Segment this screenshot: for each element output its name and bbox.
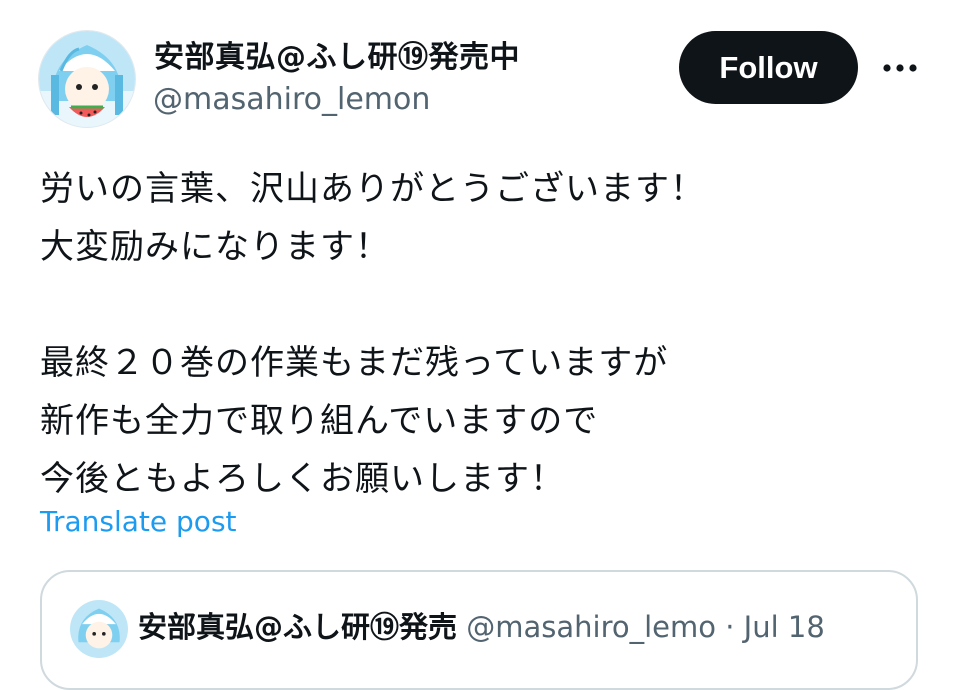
quoted-separator: · <box>725 610 735 644</box>
author-display-name[interactable]: 安部真弘@ふし研⑲発売中 <box>154 32 520 76</box>
squid-girl-avatar-icon <box>70 600 128 658</box>
quoted-tweet-header: 安部真弘@ふし研⑲発売 @masahiro_lemo · Jul 18 <box>138 604 825 646</box>
more-horizontal-icon[interactable] <box>880 58 920 78</box>
squid-girl-avatar-icon <box>39 31 135 127</box>
quoted-author-avatar <box>70 600 128 658</box>
quoted-tweet-card[interactable]: 安部真弘@ふし研⑲発売 @masahiro_lemo · Jul 18 <box>40 570 918 690</box>
tweet-line: 今後ともよろしくお願いします！ <box>40 459 565 499</box>
follow-button[interactable]: Follow <box>679 31 858 104</box>
tweet-line: 労いの言葉、沢山ありがとうございます！ <box>40 169 705 209</box>
quoted-date: Jul 18 <box>743 610 825 644</box>
tweet-line: 大変励みになります！ <box>40 227 390 267</box>
tweet-text: 労いの言葉、沢山ありがとうございます！ 大変励みになります！ 最終２０巻の作業も… <box>40 160 920 508</box>
quoted-author-name: 安部真弘@ふし研⑲発売 <box>138 610 458 644</box>
author-avatar[interactable] <box>38 30 136 128</box>
quoted-author-handle: @masahiro_lemo <box>466 610 716 644</box>
tweet-line: 新作も全力で取り組んでいますので <box>40 401 599 441</box>
translate-post-link[interactable]: Translate post <box>40 505 237 538</box>
author-handle[interactable]: @masahiro_lemon <box>153 82 430 117</box>
tweet-line: 最終２０巻の作業もまだ残っていますが <box>40 343 669 383</box>
